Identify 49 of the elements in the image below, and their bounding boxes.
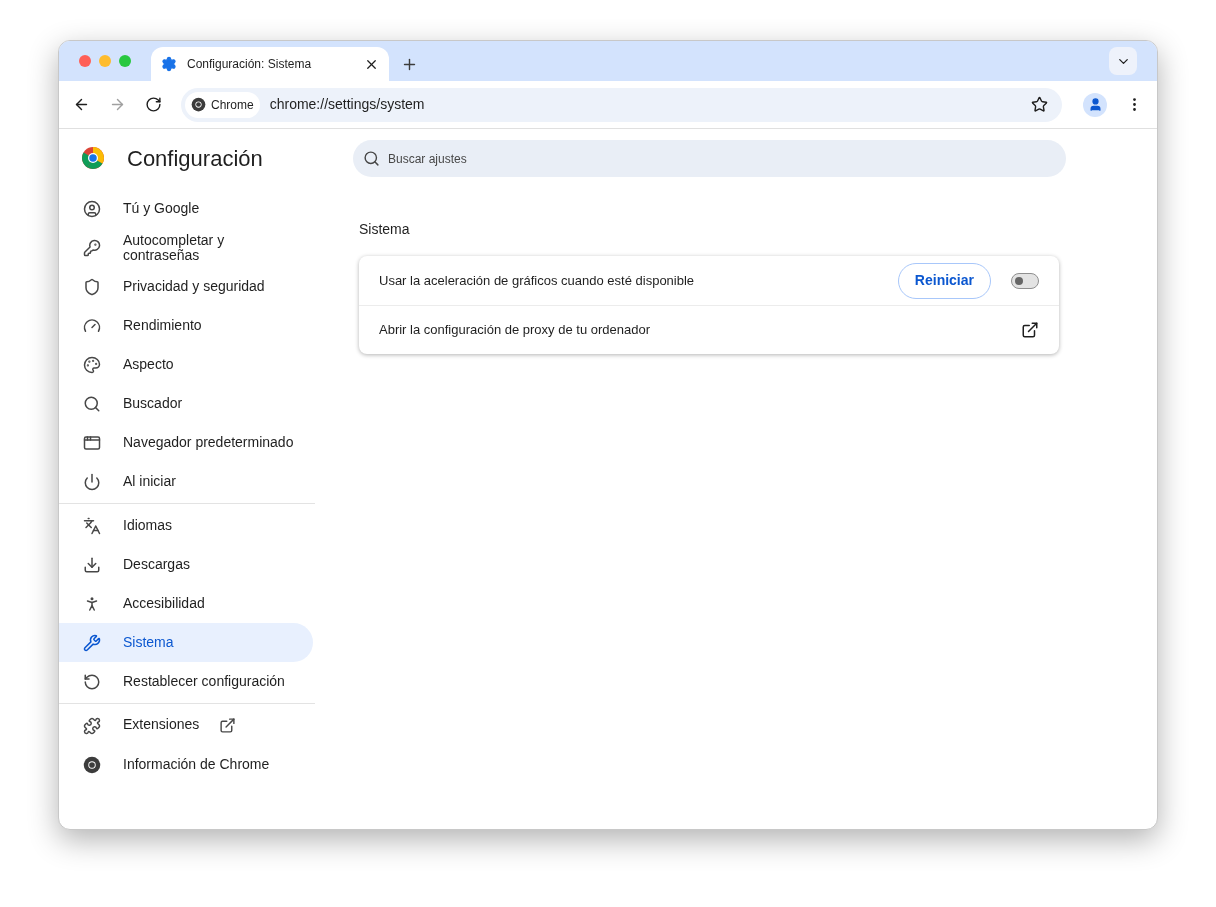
window-icon (83, 433, 101, 452)
search-icon (363, 150, 380, 167)
chrome-logo-icon (83, 755, 101, 774)
gear-icon (161, 56, 177, 72)
download-icon (83, 555, 101, 574)
puzzle-icon (83, 716, 101, 735)
star-icon[interactable] (1031, 96, 1048, 113)
sidebar-item[interactable]: Rendimiento (59, 306, 313, 345)
address-bar[interactable]: Chrome chrome://settings/system (181, 87, 1062, 122)
sidebar-item[interactable]: Accesibilidad (59, 584, 313, 623)
palette-icon (83, 355, 101, 374)
sidebar-item[interactable]: Buscador (59, 384, 313, 423)
chrome-logo-icon (81, 146, 105, 170)
sidebar-item[interactable]: Extensiones (59, 706, 313, 745)
toggle-switch[interactable] (1011, 272, 1039, 289)
sidebar-item[interactable]: Al iniciar (59, 462, 313, 501)
tab-title: Configuración: Sistema (187, 56, 313, 73)
wrench-icon (83, 633, 101, 652)
search-field[interactable]: Buscar ajustes (353, 140, 1066, 177)
external-link-icon[interactable] (1021, 321, 1039, 339)
page-title: Configuración (127, 144, 263, 173)
sidebar-item[interactable]: Información de Chrome (59, 745, 313, 784)
sidebar-item[interactable]: Sistema (59, 623, 313, 662)
setting-label: Usar la aceleración de gráficos cuando esté disponible (379, 271, 696, 290)
shield-icon (83, 277, 101, 296)
power-icon (83, 472, 101, 491)
sidebar-item[interactable]: Autocompletar y contraseñas (59, 228, 313, 267)
sidebar-item[interactable]: Tú y Google (59, 189, 313, 228)
sidebar-item[interactable]: Descargas (59, 545, 313, 584)
sidebar-item[interactable]: Idiomas (59, 506, 313, 545)
url-text: chrome://settings/system (269, 95, 426, 114)
section-title: Sistema (359, 220, 411, 239)
sidebar-item[interactable]: Navegador predeterminado (59, 423, 313, 462)
gauge-icon (83, 316, 101, 335)
external-link-icon (219, 717, 237, 734)
site-chip[interactable]: Chrome (185, 91, 260, 118)
sidebar-item[interactable]: Privacidad y seguridad (59, 267, 313, 306)
browser-tab[interactable]: Configuración: Sistema (151, 47, 389, 81)
profile-avatar[interactable] (1083, 92, 1107, 117)
sidebar-item[interactable]: Restablecer configuración (59, 662, 313, 701)
sidebar-item[interactable]: Aspecto (59, 345, 313, 384)
chrome-logo-icon (191, 97, 206, 112)
translate-icon (83, 516, 101, 535)
search-icon (83, 394, 101, 413)
reset-icon (83, 672, 101, 691)
key-icon (83, 238, 101, 257)
person-circle-icon (83, 199, 101, 218)
setting-label: Abrir la configuración de proxy de tu ordenador (379, 321, 651, 340)
reload-icon[interactable] (145, 96, 162, 113)
